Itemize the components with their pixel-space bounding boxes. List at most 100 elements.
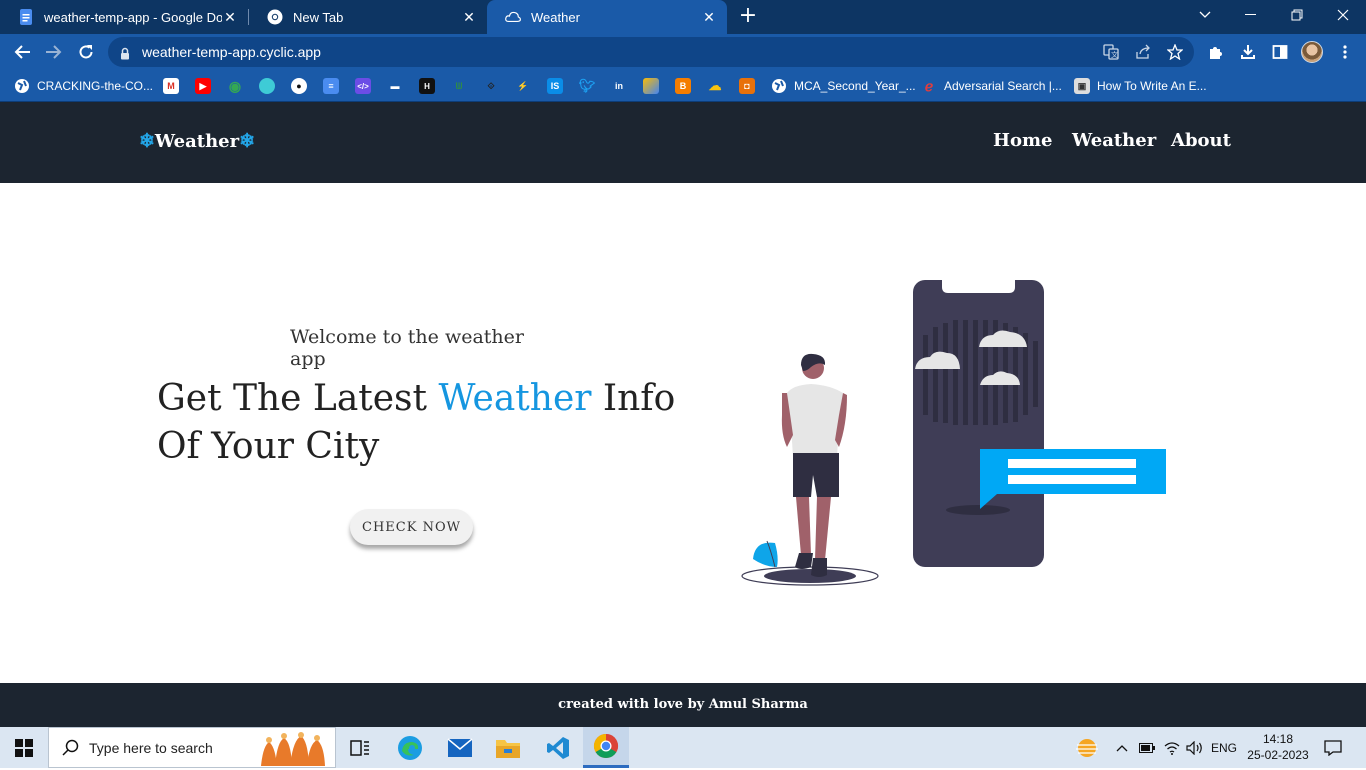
hackerrank-icon: H	[419, 78, 435, 94]
address-bar[interactable]: weather-temp-app.cyclic.app 文	[108, 37, 1194, 67]
blogger-icon: B	[675, 78, 691, 94]
bookmark-item[interactable]: H	[419, 76, 442, 96]
clock-time: 14:18	[1262, 732, 1294, 746]
globe-icon	[14, 78, 30, 94]
bookmark-item[interactable]: ℯ Adversarial Search |...	[921, 76, 1062, 96]
tab-google-docs[interactable]: weather-temp-app - Google Doc ✕	[0, 0, 248, 34]
bookmark-item[interactable]: ●	[291, 76, 314, 96]
weather-illustration	[735, 275, 1175, 599]
close-window-icon[interactable]	[1320, 0, 1366, 30]
tab-new-tab[interactable]: New Tab ✕	[249, 0, 487, 34]
bookmark-item[interactable]: ◘	[739, 76, 762, 96]
app-icon: ◘	[739, 78, 755, 94]
forward-arrow-icon[interactable]	[41, 39, 67, 65]
share-icon[interactable]	[1134, 43, 1152, 61]
twitter-icon: 🐦︎	[578, 78, 596, 93]
bookmark-item[interactable]: MCA_Second_Year_...	[771, 76, 916, 96]
linkedin-icon: in	[615, 81, 623, 91]
bookmark-item[interactable]	[643, 76, 666, 96]
mail-icon[interactable]	[437, 727, 483, 768]
chrome-menu-icon[interactable]	[1335, 42, 1355, 62]
bookmark-item[interactable]	[259, 76, 282, 96]
vscode-icon[interactable]	[535, 727, 581, 768]
lock-icon[interactable]	[120, 45, 130, 64]
back-arrow-icon[interactable]	[9, 39, 35, 65]
codeforces-icon: ⚡	[517, 80, 529, 91]
brand-logo[interactable]: ❄ Weather ❄	[139, 130, 255, 152]
weather-widget-icon[interactable]	[1074, 727, 1100, 768]
bookmark-item[interactable]: ⚡	[515, 76, 538, 96]
volume-icon[interactable]	[1184, 727, 1206, 768]
maps-icon: ◉	[228, 77, 242, 94]
bookmark-item[interactable]: ᗯ	[451, 76, 474, 96]
bookmarks-bar: CRACKING-the-CO... M ▶ ◉ ● ≡ </> ▬ H ᗯ ⟐…	[0, 70, 1366, 102]
close-tab-icon[interactable]: ✕	[461, 9, 477, 25]
nav-link-home[interactable]: Home	[993, 130, 1053, 151]
tab-search-chevron-icon[interactable]	[1182, 0, 1228, 30]
taskbar-clock[interactable]: 14:18 25-02-2023	[1246, 731, 1310, 763]
language-indicator[interactable]: ENG	[1208, 727, 1240, 768]
bookmark-item[interactable]: IS	[547, 76, 570, 96]
search-highlight-image	[257, 732, 335, 770]
restore-icon[interactable]	[1274, 0, 1320, 30]
nav-link-weather[interactable]: Weather	[1072, 130, 1156, 151]
stack-icon: ▬	[390, 81, 400, 91]
close-tab-icon[interactable]: ✕	[222, 9, 238, 25]
interviewbit-icon: IS	[547, 78, 563, 94]
download-icon[interactable]	[1238, 42, 1258, 62]
bookmark-item[interactable]: ▬	[387, 76, 410, 96]
edge-browser-icon[interactable]	[387, 727, 433, 768]
side-panel-icon[interactable]	[1270, 42, 1290, 62]
taskbar-search-box[interactable]: Type here to search	[48, 727, 336, 768]
windows-start-icon[interactable]	[0, 727, 48, 768]
url-text[interactable]: weather-temp-app.cyclic.app	[142, 44, 321, 60]
bookmark-label: How To Write An E...	[1097, 79, 1207, 93]
extensions-puzzle-icon[interactable]	[1206, 42, 1226, 62]
bookmark-item[interactable]: 🐦︎	[579, 76, 602, 96]
windows-taskbar: Type here to search ENG 14:18 25-02-2023	[0, 727, 1366, 768]
google-docs-icon	[18, 9, 34, 25]
minimize-icon[interactable]	[1228, 0, 1274, 30]
clock-date: 25-02-2023	[1247, 748, 1309, 762]
search-placeholder: Type here to search	[89, 740, 213, 756]
hero-title-accent: Weather	[438, 378, 592, 419]
edge-ext-icon	[259, 78, 275, 94]
wifi-icon[interactable]	[1161, 727, 1183, 768]
brand-name: Weather	[154, 130, 240, 152]
bookmark-item[interactable]: M	[163, 76, 186, 96]
bookmark-item[interactable]: ≡	[323, 76, 346, 96]
reload-icon[interactable]	[73, 39, 99, 65]
notifications-icon[interactable]	[1318, 727, 1348, 768]
profile-avatar[interactable]	[1301, 41, 1323, 63]
close-tab-icon[interactable]: ✕	[701, 9, 717, 25]
bookmark-item[interactable]: ▣ How To Write An E...	[1074, 76, 1207, 96]
bookmark-label: Adversarial Search |...	[944, 79, 1062, 93]
globe-icon	[771, 78, 787, 94]
new-tab-button[interactable]: +	[737, 5, 759, 28]
bookmark-item[interactable]: CRACKING-the-CO...	[14, 76, 153, 96]
bookmark-item[interactable]: in	[611, 76, 634, 96]
file-explorer-icon[interactable]	[485, 727, 531, 768]
bookmark-item[interactable]: B	[675, 76, 698, 96]
bookmark-star-icon[interactable]	[1166, 43, 1184, 61]
weather-cloud-icon	[505, 9, 521, 25]
chrome-taskbar-icon[interactable]	[583, 727, 629, 768]
task-view-icon[interactable]	[337, 727, 383, 768]
bookmark-item[interactable]: ⟐	[483, 76, 506, 96]
bookmark-item[interactable]: ◉	[227, 76, 250, 96]
bookmark-item[interactable]: ▶	[195, 76, 218, 96]
site-icon: ℯ	[924, 77, 934, 94]
hero-title-part1: Get The Latest	[157, 378, 439, 419]
site-navbar: ❄ Weather ❄ Home Weather About	[0, 102, 1366, 183]
hero-subtitle: Welcome to the weather app	[290, 326, 524, 370]
tab-weather[interactable]: Weather ✕	[487, 0, 727, 34]
bookmark-item[interactable]: </>	[355, 76, 378, 96]
footer-credit: created with love by Amul Sharma	[558, 697, 808, 712]
check-now-button[interactable]: CHECK NOW	[350, 509, 473, 545]
translate-icon[interactable]: 文	[1102, 43, 1120, 61]
nav-link-about[interactable]: About	[1171, 130, 1231, 151]
battery-icon[interactable]	[1137, 727, 1157, 768]
bookmark-item[interactable]: ☁	[707, 76, 730, 96]
show-hidden-icons-chevron[interactable]	[1112, 727, 1132, 768]
hero-title: Get The Latest Weather Info Of Your City	[157, 375, 677, 471]
